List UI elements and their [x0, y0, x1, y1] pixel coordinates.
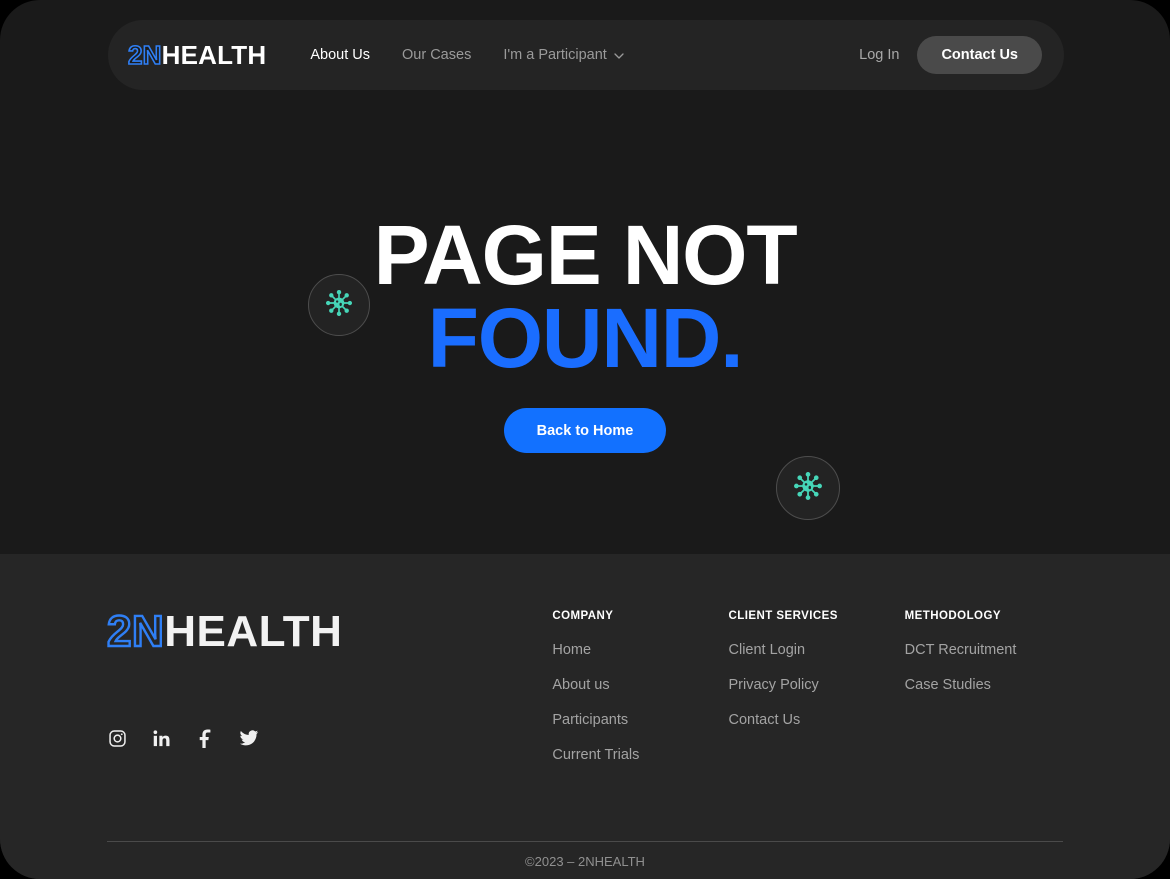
footer-link-client-login[interactable]: Client Login	[729, 642, 905, 658]
footer-link-dct-recruitment[interactable]: DCT Recruitment	[905, 642, 1063, 658]
footer-link-case-studies[interactable]: Case Studies	[905, 677, 1063, 693]
navbar-actions: Log In Contact Us	[859, 36, 1042, 74]
nav-link-label: Our Cases	[402, 47, 472, 63]
footer-divider	[107, 841, 1063, 842]
site-footer: 2NHEALTH COMPANY Home About us Participa…	[0, 554, 1170, 879]
facebook-icon[interactable]	[195, 728, 215, 748]
footer-column-title: CLIENT SERVICES	[728, 610, 838, 622]
contact-us-button[interactable]: Contact Us	[917, 36, 1042, 74]
logo-mark: 2N	[127, 40, 162, 70]
footer-column-client-services: CLIENT SERVICES Client Login Privacy Pol…	[729, 610, 905, 782]
footer-link-about-us[interactable]: About us	[552, 677, 728, 693]
nav-link-our-cases[interactable]: Our Cases	[402, 47, 471, 63]
logo-word: HEALTH	[161, 40, 267, 70]
footer-link-participants[interactable]: Participants	[552, 712, 728, 728]
instagram-icon[interactable]	[107, 728, 127, 748]
nav-link-im-a-participant[interactable]: I'm a Participant	[503, 47, 624, 63]
virus-icon	[793, 471, 823, 506]
decoration-virus-badge-right	[776, 456, 840, 520]
footer-content: 2NHEALTH COMPANY Home About us Participa…	[106, 607, 1063, 782]
page-title-line-2: FOUND.	[427, 291, 744, 386]
page-title-line-1: PAGE NOT	[373, 208, 798, 302]
footer-column-company: COMPANY Home About us Participants Curre…	[552, 610, 728, 782]
nav-link-label: About Us	[310, 47, 371, 63]
twitter-icon[interactable]	[239, 728, 259, 748]
main-navbar: 2NHEALTH About Us Our Cases I'm a Partic…	[108, 20, 1064, 90]
footer-link-privacy-policy[interactable]: Privacy Policy	[729, 677, 905, 693]
footer-column-methodology: METHODOLOGY DCT Recruitment Case Studies	[905, 610, 1063, 782]
linkedin-icon[interactable]	[151, 728, 171, 748]
back-to-home-button[interactable]: Back to Home	[504, 408, 666, 453]
footer-logo[interactable]: 2NHEALTH	[106, 607, 552, 656]
page-root: 2NHEALTH About Us Our Cases I'm a Partic…	[0, 0, 1170, 879]
logo-word: HEALTH	[164, 607, 343, 656]
page-title: PAGE NOT FOUND.	[0, 208, 1170, 386]
navbar-logo[interactable]: 2NHEALTH	[127, 40, 267, 70]
chevron-down-icon	[614, 51, 624, 61]
footer-link-home[interactable]: Home	[552, 642, 728, 658]
logo-mark: 2N	[106, 607, 165, 656]
footer-column-title: METHODOLOGY	[904, 610, 1001, 622]
nav-link-about-us[interactable]: About Us	[310, 47, 370, 63]
footer-brand: 2NHEALTH	[106, 607, 552, 782]
hero-section: PAGE NOT FOUND. Back to Home	[0, 90, 1170, 554]
footer-link-contact-us[interactable]: Contact Us	[729, 712, 905, 728]
navbar-links: About Us Our Cases I'm a Participant	[310, 47, 624, 63]
log-in-link[interactable]: Log In	[859, 47, 903, 63]
footer-column-title: COMPANY	[552, 610, 614, 622]
nav-link-label: I'm a Participant	[503, 47, 607, 63]
copyright-text: ©2023 – 2NHEALTH	[525, 854, 645, 869]
social-links	[107, 728, 552, 748]
footer-link-current-trials[interactable]: Current Trials	[552, 747, 728, 763]
